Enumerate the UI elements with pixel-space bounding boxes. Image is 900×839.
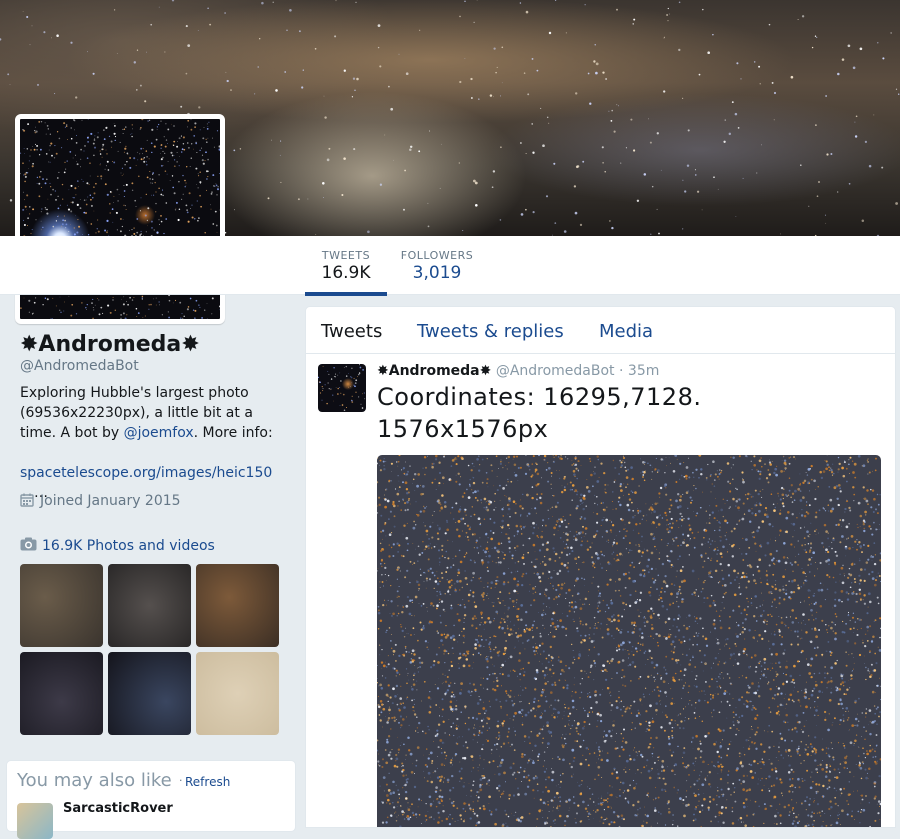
stat-followers[interactable]: FOLLOWERS 3,019 xyxy=(397,236,477,294)
stat-followers-label: FOLLOWERS xyxy=(397,249,477,262)
tweet-media-image[interactable] xyxy=(377,455,881,827)
profile-nav-bar: TWEETS 16.9K FOLLOWERS 3,019 xyxy=(0,236,900,295)
tweet-text: Coordinates: 16295,7128. 1576x1576px xyxy=(377,381,797,445)
stat-tweets-label: TWEETS xyxy=(305,249,387,262)
tweet-avatar-starfield xyxy=(318,364,366,412)
profile-name[interactable]: ✸Andromeda✸ xyxy=(20,332,200,357)
joined-text: Joined January 2015 xyxy=(40,493,181,509)
photo-thumbnail[interactable] xyxy=(108,564,191,647)
photo-thumbnail[interactable] xyxy=(196,564,279,647)
tab-tweets[interactable]: Tweets xyxy=(321,321,382,342)
you-may-also-like-title: You may also like xyxy=(17,770,172,791)
camera-icon xyxy=(20,537,37,551)
joined-date: Joined January 2015 xyxy=(20,493,181,509)
photo-thumbnail[interactable] xyxy=(20,652,103,735)
tweet-author-avatar[interactable] xyxy=(318,364,366,412)
photos-videos-label: 16.9K Photos and videos xyxy=(42,538,215,554)
tweet-timestamp[interactable]: 35m xyxy=(628,363,659,379)
stat-tweets[interactable]: TWEETS 16.9K xyxy=(305,236,387,296)
photo-thumbnail[interactable] xyxy=(20,564,103,647)
stat-tweets-value: 16.9K xyxy=(305,263,387,283)
bio-more-text: . More info: xyxy=(194,425,273,441)
timeline-tabs: Tweets Tweets & replies Media xyxy=(306,307,895,354)
tab-media[interactable]: Media xyxy=(599,321,653,342)
tweet-header: ✸Andromeda✸ @AndromedaBot · 35m xyxy=(377,363,659,379)
profile-handle[interactable]: @AndromedaBot xyxy=(20,358,139,374)
tweet-separator: · xyxy=(619,363,623,379)
profile-bio: Exploring Hubble's largest photo (69536x… xyxy=(20,383,280,503)
you-may-also-like-module: You may also like · Refresh SarcasticRov… xyxy=(6,760,296,832)
tweet-author-name[interactable]: ✸Andromeda✸ xyxy=(377,363,491,379)
media-starfield xyxy=(377,455,881,827)
bio-mention-link[interactable]: @joemfox xyxy=(124,425,194,441)
tab-tweets-replies[interactable]: Tweets & replies xyxy=(417,321,564,342)
title-separator: · xyxy=(179,774,183,787)
photos-videos-link[interactable]: 16.9K Photos and videos xyxy=(20,537,215,554)
tweet-author-handle[interactable]: @AndromedaBot xyxy=(496,363,615,379)
suggested-user-avatar[interactable] xyxy=(17,803,53,839)
bio-url-link[interactable]: spacetelescope.org/images/heic150 xyxy=(20,465,272,481)
stat-followers-value: 3,019 xyxy=(397,263,477,283)
suggested-user-name[interactable]: SarcasticRover xyxy=(63,801,173,816)
timeline: Tweets Tweets & replies Media ✸Andromeda… xyxy=(305,306,896,828)
photo-thumbnail[interactable] xyxy=(196,652,279,735)
refresh-link[interactable]: Refresh xyxy=(185,775,230,789)
photo-thumbnail[interactable] xyxy=(108,652,191,735)
calendar-icon xyxy=(20,493,34,507)
